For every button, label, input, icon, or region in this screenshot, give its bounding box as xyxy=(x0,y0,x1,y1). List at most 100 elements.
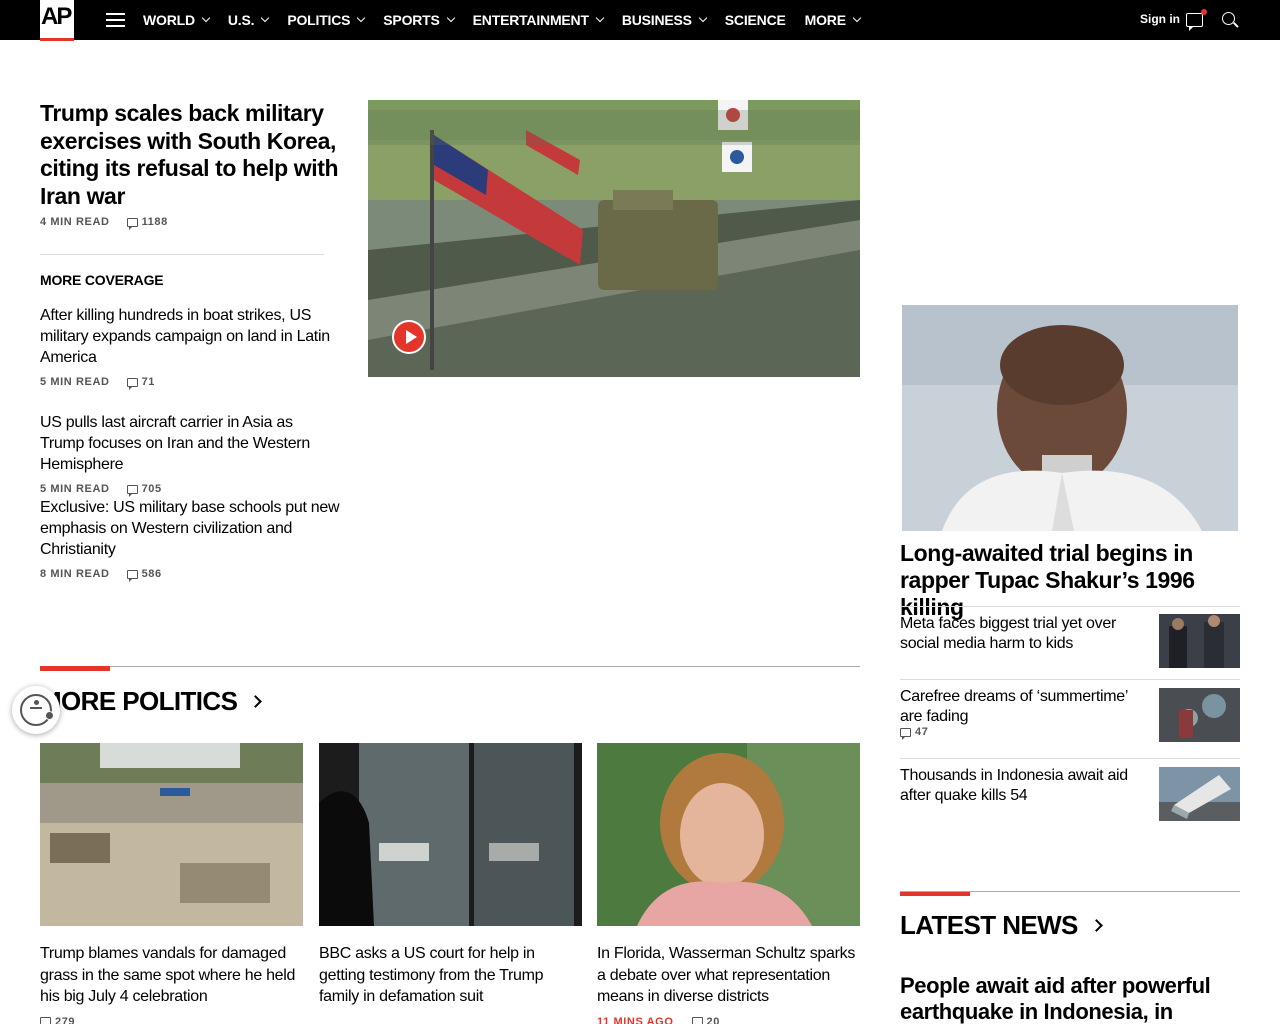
more-coverage-label: MORE COVERAGE xyxy=(40,272,164,288)
comment-count[interactable]: 20 xyxy=(707,1016,720,1024)
comment-count[interactable]: 279 xyxy=(55,1016,75,1024)
comment-count[interactable]: 71 xyxy=(142,376,155,388)
comment-count[interactable]: 705 xyxy=(142,483,162,495)
read-time: 5 MIN READ xyxy=(40,376,110,388)
side-headline[interactable]: Long-awaited trial begins in rapper Tupa… xyxy=(900,540,1245,621)
latest-headline[interactable]: People await aid after powerful earthqua… xyxy=(900,973,1245,1024)
side-item-headline[interactable]: Meta faces biggest trial yet over social… xyxy=(900,614,1130,654)
nav-item-business[interactable]: BUSINESS xyxy=(621,12,708,28)
nav-label: ENTERTAINMENT xyxy=(472,12,589,28)
nav-item-us[interactable]: U.S. xyxy=(227,12,270,28)
logo-text: AP xyxy=(41,3,72,30)
accessibility-figure xyxy=(20,694,52,726)
comment-icon[interactable] xyxy=(126,484,138,497)
menu-icon[interactable] xyxy=(106,13,125,27)
thumb-photo xyxy=(1159,614,1240,668)
comment-count[interactable]: 47 xyxy=(915,726,928,738)
comment-icon[interactable] xyxy=(126,377,138,390)
chevron-down-icon xyxy=(446,13,455,23)
lead-photo xyxy=(368,100,860,377)
divider xyxy=(900,679,1240,680)
comment-count[interactable]: 1188 xyxy=(142,216,168,228)
coverage-meta: 5 MIN READ 705 xyxy=(40,483,340,497)
side-item-thumbnail[interactable] xyxy=(1159,614,1240,668)
lead-image[interactable] xyxy=(368,100,860,377)
comment-count[interactable]: 586 xyxy=(142,568,162,580)
coverage-headline[interactable]: US pulls last aircraft carrier in Asia a… xyxy=(40,412,340,475)
divider xyxy=(900,606,1240,607)
card-image[interactable] xyxy=(597,743,860,926)
lead-headline[interactable]: Trump scales back military exercises wit… xyxy=(40,100,340,210)
chevron-right-icon xyxy=(249,695,263,708)
card-meta: 279 xyxy=(40,1016,303,1024)
side-item-headline[interactable]: Thousands in Indonesia await aid after q… xyxy=(900,766,1130,806)
nav-item-sports[interactable]: SPORTS xyxy=(383,12,455,28)
thumb-photo xyxy=(1159,688,1240,742)
nav-items: WORLD U.S. POLITICS SPORTS ENTERTAINMENT… xyxy=(143,0,879,40)
nav-label: WORLD xyxy=(143,12,195,28)
card-headline[interactable]: BBC asks a US court for help in getting … xyxy=(319,943,582,1008)
comment-icon[interactable] xyxy=(691,1017,703,1024)
chevron-down-icon xyxy=(357,13,366,23)
comments-icon[interactable] xyxy=(1186,9,1207,31)
coverage-item: US pulls last aircraft carrier in Asia a… xyxy=(40,412,340,497)
card-image[interactable] xyxy=(40,743,303,926)
read-time: 4 MIN READ xyxy=(40,216,110,228)
nav-label: BUSINESS xyxy=(621,12,692,28)
nav-label: POLITICS xyxy=(287,12,351,28)
divider xyxy=(900,758,1240,759)
read-time: 8 MIN READ xyxy=(40,568,110,580)
section-title-text: MORE POLITICS xyxy=(40,686,238,716)
side-photo xyxy=(902,305,1238,531)
coverage-headline[interactable]: Exclusive: US military base schools put … xyxy=(40,497,340,560)
ap-logo[interactable]: AP xyxy=(40,0,74,41)
nav-item-entertainment[interactable]: ENTERTAINMENT xyxy=(472,12,605,28)
more-politics-title[interactable]: MORE POLITICS xyxy=(40,686,263,717)
coverage-meta: 8 MIN READ 586 xyxy=(40,568,340,582)
search-icon[interactable] xyxy=(1222,12,1235,25)
coverage-headline[interactable]: After killing hundreds in boat strikes, … xyxy=(40,305,340,368)
side-story-image[interactable] xyxy=(902,305,1238,531)
accessibility-icon[interactable] xyxy=(12,686,60,734)
section-title-text: LATEST NEWS xyxy=(900,910,1078,940)
side-item-thumbnail[interactable] xyxy=(1159,767,1240,821)
thumb-photo xyxy=(1159,767,1240,821)
chevron-right-icon xyxy=(1089,919,1103,932)
comment-icon[interactable] xyxy=(900,727,911,740)
lead-meta: 4 MIN READ 1188 xyxy=(40,216,168,230)
politics-card: Trump blames vandals for damaged grass i… xyxy=(40,743,303,1024)
chevron-down-icon xyxy=(261,13,270,23)
notification-dot xyxy=(1201,9,1207,15)
nav-item-science[interactable]: SCIENCE xyxy=(725,12,786,28)
card-photo xyxy=(319,743,582,926)
politics-card: In Florida, Wasserman Schultz sparks a d… xyxy=(597,743,860,1024)
nav-item-world[interactable]: WORLD xyxy=(143,12,211,28)
side-item-thumbnail[interactable] xyxy=(1159,688,1240,742)
nav-item-more[interactable]: MORE xyxy=(805,12,862,28)
chevron-down-icon xyxy=(595,13,605,23)
latest-news-title[interactable]: LATEST NEWS xyxy=(900,910,1103,941)
coverage-meta: 5 MIN READ 71 xyxy=(40,376,340,390)
comment-icon[interactable] xyxy=(126,569,138,582)
timestamp: 11 MINS AGO xyxy=(597,1015,674,1024)
section-accent xyxy=(40,666,110,671)
comment-icon[interactable] xyxy=(40,1017,51,1024)
card-headline[interactable]: In Florida, Wasserman Schultz sparks a d… xyxy=(597,943,860,1008)
comment-icon[interactable] xyxy=(126,217,138,230)
side-item-headline[interactable]: Carefree dreams of ‘summertime’ are fadi… xyxy=(900,687,1130,727)
side-item-meta: 47 xyxy=(900,726,928,740)
card-image[interactable] xyxy=(319,743,582,926)
nav-item-politics[interactable]: POLITICS xyxy=(287,12,366,28)
divider xyxy=(40,254,324,255)
play-video-button[interactable] xyxy=(392,320,426,354)
chevron-down-icon xyxy=(201,13,211,23)
card-headline[interactable]: Trump blames vandals for damaged grass i… xyxy=(40,943,303,1008)
top-nav: AP WORLD U.S. POLITICS SPORTS ENTERTAINM… xyxy=(0,0,1280,41)
sign-in-link[interactable]: Sign in xyxy=(1140,12,1180,26)
chevron-down-icon xyxy=(698,13,708,23)
coverage-item: Exclusive: US military base schools put … xyxy=(40,497,340,582)
chevron-down-icon xyxy=(852,13,862,23)
nav-label: U.S. xyxy=(227,12,255,28)
card-photo xyxy=(597,743,860,926)
politics-card: BBC asks a US court for help in getting … xyxy=(319,743,582,1008)
